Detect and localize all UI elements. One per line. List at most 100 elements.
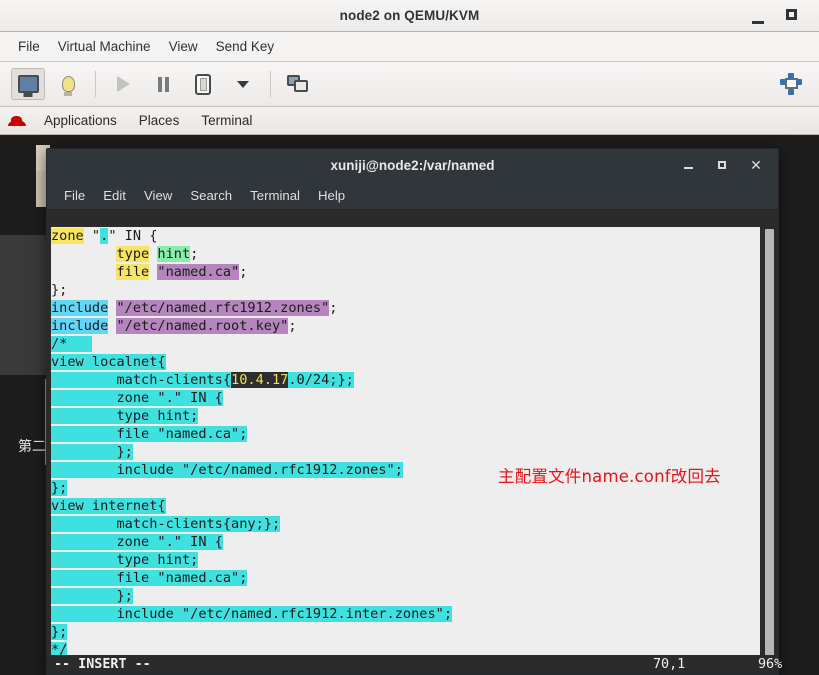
red-hat-logo-icon: [8, 114, 26, 128]
vm-maximize-button[interactable]: [786, 7, 797, 25]
vim-plain-run: ": [83, 228, 101, 244]
vim-highlight-run: "/etc/named.root.key": [116, 318, 289, 334]
vm-window-controls: [752, 7, 819, 25]
terminal-scrollbar[interactable]: [763, 227, 776, 655]
vim-highlight-run: [67, 336, 92, 352]
pause-icon: [157, 76, 169, 92]
snapshot-icon: [287, 74, 309, 94]
vim-highlight-run: };: [51, 444, 133, 460]
terminal-window: xuniji@node2:/var/named ✕ File Edit View…: [46, 148, 782, 675]
red-annotation-text: 主配置文件name.conf改回去: [498, 467, 721, 486]
vim-scroll-percent: 96%: [758, 657, 783, 672]
vim-highlight-run: match-clients{: [51, 372, 232, 388]
vim-line: zone "." IN {: [51, 389, 760, 407]
vim-line: file "named.ca";: [51, 569, 760, 587]
vim-highlight-run: .0/24;};: [288, 372, 354, 388]
panel-item-applications[interactable]: Applications: [33, 111, 128, 130]
terminal-menu-search[interactable]: Search: [181, 186, 241, 205]
vim-editor-screen[interactable]: zone "." IN { type hint; file "named.ca"…: [47, 227, 778, 655]
shutdown-button[interactable]: [186, 68, 220, 100]
vim-highlight-run: file "named.ca";: [51, 426, 248, 442]
toolbar-separator: [95, 71, 96, 97]
terminal-menu-edit[interactable]: Edit: [94, 186, 135, 205]
vim-line: type hint;: [51, 245, 760, 263]
vim-highlight-run: view internet{: [51, 498, 166, 514]
vim-status-line: -- INSERT -- 70,1 96%: [47, 655, 782, 675]
vim-highlight-run: file "named.ca";: [51, 570, 248, 586]
play-icon: [116, 76, 130, 92]
pause-button[interactable]: [146, 68, 180, 100]
fullscreen-icon: [780, 73, 802, 95]
terminal-menu-terminal[interactable]: Terminal: [241, 186, 309, 205]
vim-plain-run: ;: [239, 264, 248, 280]
vim-line: file "named.ca";: [51, 425, 760, 443]
vm-toolbar: [0, 62, 819, 107]
vim-line: zone "." IN {: [51, 227, 760, 245]
chevron-down-icon: [237, 80, 249, 88]
terminal-menu-help[interactable]: Help: [309, 186, 354, 205]
vm-minimize-button[interactable]: [752, 7, 764, 25]
vim-highlight-run: type hint;: [51, 552, 199, 568]
vim-plain-run: ;: [288, 318, 297, 334]
vim-line: include "/etc/named.rfc1912.zones";: [51, 299, 760, 317]
vim-highlight-run: "/etc/named.rfc1912.zones": [116, 300, 330, 316]
vim-line: view internet{: [51, 497, 760, 515]
run-button[interactable]: [106, 68, 140, 100]
vim-highlight-run: zone: [51, 228, 84, 244]
vim-line: };: [51, 623, 760, 641]
vim-line: match-clients{10.4.17.0/24;};: [51, 371, 760, 389]
terminal-menu-file[interactable]: File: [55, 186, 94, 205]
terminal-minimize-button[interactable]: [680, 157, 696, 173]
vim-highlight-run: };: [51, 588, 133, 604]
power-icon: [195, 73, 211, 95]
vim-highlight-run: file: [116, 264, 150, 280]
vim-mode-indicator: -- INSERT --: [54, 657, 151, 672]
virt-manager-window: node2 on QEMU/KVM File Virtual Machine V…: [0, 0, 819, 675]
vim-plain-run: ;: [190, 246, 199, 262]
vim-highlight-run: zone "." IN {: [51, 534, 223, 550]
fullscreen-button[interactable]: [774, 68, 808, 100]
vim-highlight-run: "named.ca": [157, 264, 240, 280]
vim-line: type hint;: [51, 407, 760, 425]
desktop-background-text: 第二: [18, 439, 46, 455]
vim-highlight-run: /*: [51, 336, 68, 352]
panel-item-places[interactable]: Places: [128, 111, 191, 130]
vm-menu-virtual-machine[interactable]: Virtual Machine: [49, 36, 160, 57]
details-button[interactable]: [51, 68, 85, 100]
vim-highlight-run: view localnet{: [51, 354, 166, 370]
terminal-menu-view[interactable]: View: [135, 186, 181, 205]
vim-line: match-clients{any;};: [51, 515, 760, 533]
snapshots-button[interactable]: [281, 68, 315, 100]
vm-menubar: File Virtual Machine View Send Key: [0, 32, 819, 62]
vm-menu-send-key[interactable]: Send Key: [207, 36, 284, 57]
terminal-menubar: File Edit View Search Terminal Help: [46, 181, 779, 210]
console-view-button[interactable]: [11, 68, 45, 100]
vim-plain-run: };: [51, 282, 68, 298]
monitor-icon: [17, 75, 39, 93]
vm-menu-view[interactable]: View: [160, 36, 207, 57]
vim-highlight-run: };: [51, 480, 68, 496]
vim-plain-run: [51, 264, 116, 280]
vim-highlight-run: type: [116, 246, 150, 262]
shutdown-menu-button[interactable]: [226, 68, 260, 100]
terminal-titlebar: xuniji@node2:/var/named ✕: [46, 148, 779, 181]
vim-highlight-run: hint: [157, 246, 191, 262]
vim-line: };: [51, 281, 760, 299]
vm-titlebar: node2 on QEMU/KVM: [0, 0, 819, 32]
terminal-scrollbar-thumb[interactable]: [765, 229, 774, 655]
terminal-body: zone "." IN { type hint; file "named.ca"…: [46, 210, 782, 675]
terminal-close-button[interactable]: ✕: [748, 157, 764, 173]
terminal-window-controls: ✕: [680, 157, 778, 173]
vim-text-content[interactable]: zone "." IN { type hint; file "named.ca"…: [51, 227, 760, 655]
terminal-window-title: xuniji@node2:/var/named: [330, 157, 495, 173]
vim-plain-run: " IN {: [108, 228, 158, 244]
vm-window-title: node2 on QEMU/KVM: [339, 8, 480, 23]
gnome-top-panel: Applications Places Terminal: [0, 107, 819, 135]
vim-highlight-run: match-clients{any;};: [51, 516, 281, 532]
toolbar-separator-2: [270, 71, 271, 97]
vim-line: file "named.ca";: [51, 263, 760, 281]
vm-menu-file[interactable]: File: [9, 36, 49, 57]
terminal-maximize-button[interactable]: [714, 157, 730, 173]
panel-item-terminal[interactable]: Terminal: [190, 111, 263, 130]
vim-highlight-run: */: [51, 642, 68, 655]
